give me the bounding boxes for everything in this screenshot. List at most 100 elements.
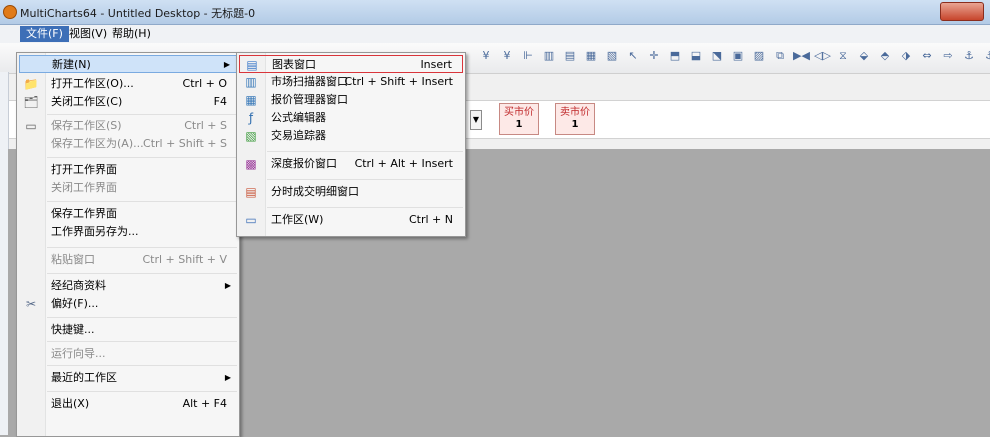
file-menu-item[interactable]: 运行向导... [19,345,237,363]
menu-item-label: 分时成交明细窗口 [271,185,359,198]
file-menu-item[interactable]: 新建(N) ▶ [19,55,237,73]
quote-manager-icon: ▦ [245,93,257,107]
menu-item-label: 粘贴窗口 [51,253,95,266]
toolbar-tool-icon[interactable]: ⧖ [835,48,851,64]
toolbar-tool-icon[interactable]: ◁▷ [814,48,831,64]
menu-item-shortcut: Ctrl + Shift + Insert [344,75,453,88]
menu-item-label: 运行向导... [51,347,106,360]
menu-item-label: 经纪商资料 [51,279,106,292]
menu-item-shortcut: Ctrl + Shift + S [143,137,227,150]
close-window-button[interactable] [940,2,984,21]
buy-quantity: 1 [515,119,523,130]
folder-icon: 📁 [23,77,39,91]
toolbar-tool-icon[interactable]: ⬓ [688,48,704,64]
new-menu-item[interactable]: ▤ 图表窗口 Insert [239,55,463,73]
toolbar-tool-icon[interactable]: ▤ [562,48,578,64]
toolbar-tool-icon[interactable]: ▦ [583,48,599,64]
toolbar-tool-icon[interactable]: ▥ [541,48,557,64]
toolbar-tool-icon[interactable]: ↖ [625,48,641,64]
file-menu-item[interactable]: 打开工作界面 [19,161,237,179]
menu-item-label: 保存工作界面 [51,207,117,220]
menu-item-label: 公式编辑器 [271,111,326,124]
sell-market-button[interactable]: 卖市价 1 [555,103,595,135]
tools-icon: ✂ [25,297,37,311]
sell-market-label: 卖市价 [560,107,590,118]
file-menu-item[interactable]: 📁 打开工作区(O)... Ctrl + O [19,75,237,93]
chevron-down-icon[interactable]: ▼ [470,110,482,130]
menu-item-label: 工作界面另存为... [51,225,139,238]
menu-item-shortcut: Ctrl + Shift + V [142,253,227,266]
menu-item-label: 退出(X) [51,397,90,410]
menu-item-label: 偏好(F)... [51,297,99,310]
menu-item-shortcut: Ctrl + O [182,77,227,90]
new-menu-item[interactable]: ƒ 公式编辑器 [239,109,463,127]
new-menu-item[interactable]: ▥ 市场扫描器窗口 Ctrl + Shift + Insert [239,73,463,91]
chart-window-icon: ▤ [246,58,258,72]
menu-item-label: 快捷键... [51,323,95,336]
menu-item-label: 关闭工作界面 [51,181,117,194]
toolbar-tool-icon[interactable]: ¥ [499,48,515,64]
menu-item-label: 深度报价窗口 [271,157,337,170]
menu-item-shortcut: F4 [213,95,227,108]
menu-item-label: 市场扫描器窗口 [271,75,348,88]
formula-editor-icon: ƒ [248,111,254,125]
menu-item-shortcut: Ctrl + Alt + Insert [354,157,453,170]
chevron-right-icon: ▶ [224,281,231,290]
menu-item-label: 报价管理器窗口 [271,93,348,106]
toolbar-tool-icon[interactable]: ⚓ [982,48,990,64]
file-menu-item[interactable]: 保存工作区为(A)... Ctrl + Shift + S [19,135,237,153]
menu-item-label: 图表窗口 [272,58,316,71]
menu-item-label: 最近的工作区 [51,371,117,384]
toolbar-tool-icon[interactable]: ▧ [604,48,620,64]
new-menu-item[interactable]: ▧ 交易追踪器 [239,127,463,145]
toolbar-tool-icon[interactable]: ✛ [646,48,662,64]
menu-item-label: 保存工作区(S) [51,119,122,132]
file-menu-item[interactable]: 🗂 关闭工作区(C) F4 [19,93,237,111]
toolbar-tool-icon[interactable]: ⬔ [709,48,725,64]
app-logo-icon [3,5,17,19]
toolbar-tool-icon[interactable]: ⚓ [961,48,977,64]
menu-item-label: 关闭工作区(C) [51,95,123,108]
file-menu-item[interactable]: 关闭工作界面 [19,179,237,197]
toolbar-tool-icon[interactable]: ⬘ [877,48,893,64]
menu-item-label: 打开工作界面 [51,163,117,176]
file-menu-item[interactable]: 快捷键... [19,321,237,339]
new-menu-item[interactable]: ▦ 报价管理器窗口 [239,91,463,109]
new-menu-item[interactable]: ▭ 工作区(W) Ctrl + N [239,211,463,229]
file-menu-item[interactable]: 粘贴窗口 Ctrl + Shift + V [19,251,237,269]
menu-item-label: 工作区(W) [271,213,324,226]
toolbar-tool-icon[interactable]: ▶◀ [793,48,810,64]
toolbar-tool-icon[interactable]: ⇔ [919,48,935,64]
toolbar-tool-icon[interactable]: ⇨ [940,48,956,64]
buy-market-button[interactable]: 买市价 1 [499,103,539,135]
menu-item-shortcut: Insert [420,58,452,71]
file-menu-item[interactable]: 退出(X) Alt + F4 [19,395,237,413]
toolbar-tool-icon[interactable]: ¥ [478,48,494,64]
menu-item-shortcut: Ctrl + N [408,213,453,226]
new-menu-item[interactable]: ▩ 深度报价窗口 Ctrl + Alt + Insert [239,155,463,173]
menu-help[interactable]: 帮助(H) [106,26,157,42]
file-menu-item[interactable]: 最近的工作区 ▶ [19,369,237,387]
toolbar-tool-icon[interactable]: ▨ [751,48,767,64]
menu-item-label: 交易追踪器 [271,129,326,142]
close-workspace-icon: 🗂 [23,95,39,109]
file-menu-item[interactable]: 经纪商资料 ▶ [19,277,237,295]
menu-file[interactable]: 文件(F) [20,26,69,42]
file-menu-item[interactable]: ▭ 保存工作区(S) Ctrl + S [19,117,237,135]
new-menu-item[interactable]: ▤ 分时成交明细窗口 [239,183,463,201]
toolbar-tool-icon[interactable]: ⊩ [520,48,536,64]
buy-market-label: 买市价 [504,107,534,118]
file-menu-item[interactable]: 工作界面另存为... [19,223,237,241]
file-menu-item[interactable]: 保存工作界面 [19,205,237,223]
workspace-icon: ▭ [245,213,257,227]
order-tracker-icon: ▧ [245,129,257,143]
toolbar-tool-icon[interactable]: ⧉ [772,48,788,64]
file-menu-item[interactable]: ✂ 偏好(F)... [19,295,237,313]
file-menu: 新建(N) ▶ 📁 打开工作区(O)... Ctrl + O 🗂 关闭工作区(C) F4 ▭ 保存… [16,52,240,437]
toolbar-tool-icon[interactable]: ▣ [730,48,746,64]
toolbar-tool-icon[interactable]: ⬒ [667,48,683,64]
menu-bar: 文件(F) 视图(V) 帮助(H) [0,25,990,44]
time-sales-icon: ▤ [245,185,257,199]
toolbar-tool-icon[interactable]: ⬙ [856,48,872,64]
toolbar-tool-icon[interactable]: ⬗ [898,48,914,64]
